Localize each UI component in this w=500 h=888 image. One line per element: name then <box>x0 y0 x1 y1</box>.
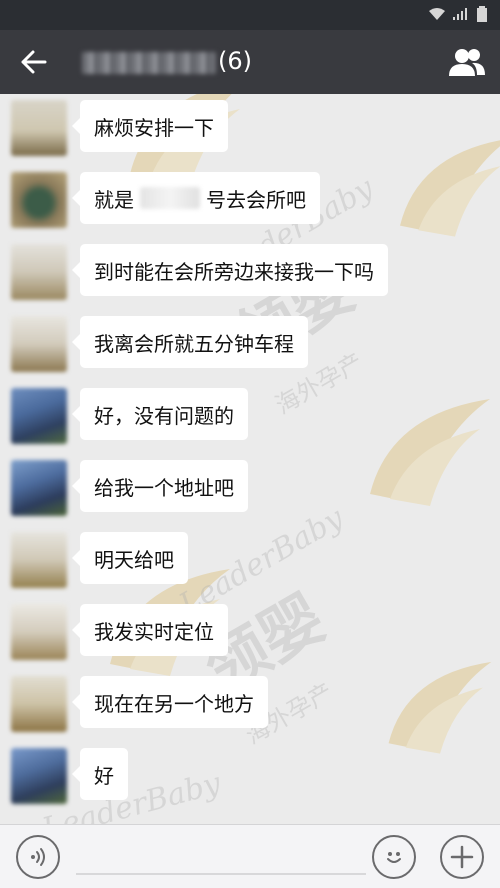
plus-icon <box>450 845 474 869</box>
message-input[interactable] <box>76 873 366 875</box>
input-bar <box>0 824 500 888</box>
battery-icon <box>477 6 487 22</box>
chat-title-redacted <box>82 52 216 74</box>
message-row: 明天给吧 <box>0 526 500 598</box>
message-bubble[interactable]: 到时能在会所旁边来接我一下吗 <box>72 244 388 296</box>
avatar[interactable] <box>11 244 67 300</box>
message-row: 我发实时定位 <box>0 598 500 670</box>
message-text-part: 号去会所吧 <box>206 187 306 212</box>
message-bubble[interactable]: 好 <box>72 748 128 800</box>
chat-message-list[interactable]: LeaderBaby 领婴 海外孕产 LeaderBaby 领婴 海外孕产 Le… <box>0 94 500 824</box>
avatar[interactable] <box>11 100 67 156</box>
avatar[interactable] <box>11 676 67 732</box>
message-bubble[interactable]: 就是 号去会所吧 <box>72 172 320 224</box>
avatar[interactable] <box>11 172 67 228</box>
avatar[interactable] <box>11 388 67 444</box>
status-icons <box>428 6 488 22</box>
avatar[interactable] <box>11 460 67 516</box>
message-bubble[interactable]: 我发实时定位 <box>72 604 228 656</box>
message-row: 我离会所就五分钟车程 <box>0 310 500 382</box>
message-bubble[interactable]: 麻烦安排一下 <box>72 100 228 152</box>
message-bubble[interactable]: 明天给吧 <box>72 532 188 584</box>
emoji-button[interactable] <box>372 835 416 879</box>
avatar[interactable] <box>11 316 67 372</box>
message-row: 麻烦安排一下 <box>0 94 500 166</box>
status-bar <box>0 0 500 30</box>
wifi-icon <box>429 8 445 20</box>
message-bubble[interactable]: 给我一个地址吧 <box>72 460 248 512</box>
voice-icon <box>31 848 45 866</box>
message-row: 到时能在会所旁边来接我一下吗 <box>0 238 500 310</box>
more-options-button[interactable] <box>440 835 484 879</box>
message-row: 好，没有问题的 <box>0 382 500 454</box>
message-text-part: 就是 <box>94 187 134 212</box>
avatar[interactable] <box>11 532 67 588</box>
message-bubble[interactable]: 好，没有问题的 <box>72 388 248 440</box>
message-bubble[interactable]: 我离会所就五分钟车程 <box>72 316 308 368</box>
message-bubble[interactable]: 现在在另一个地方 <box>72 676 268 728</box>
message-row: 就是 号去会所吧 <box>0 166 500 238</box>
redacted-text <box>140 187 200 209</box>
avatar[interactable] <box>11 604 67 660</box>
voice-button[interactable] <box>16 835 60 879</box>
back-arrow-icon <box>21 50 47 74</box>
avatar[interactable] <box>11 748 67 804</box>
emoji-icon <box>387 852 401 863</box>
member-count: (6) <box>218 47 252 75</box>
message-row: 给我一个地址吧 <box>0 454 500 526</box>
message-row: 现在在另一个地方 <box>0 670 500 742</box>
signal-icon <box>453 8 467 20</box>
back-button[interactable] <box>14 44 54 80</box>
title-bar: (6) <box>0 30 500 94</box>
group-members-icon <box>449 49 485 76</box>
group-members-button[interactable] <box>446 44 488 80</box>
message-row: 好 <box>0 742 500 814</box>
